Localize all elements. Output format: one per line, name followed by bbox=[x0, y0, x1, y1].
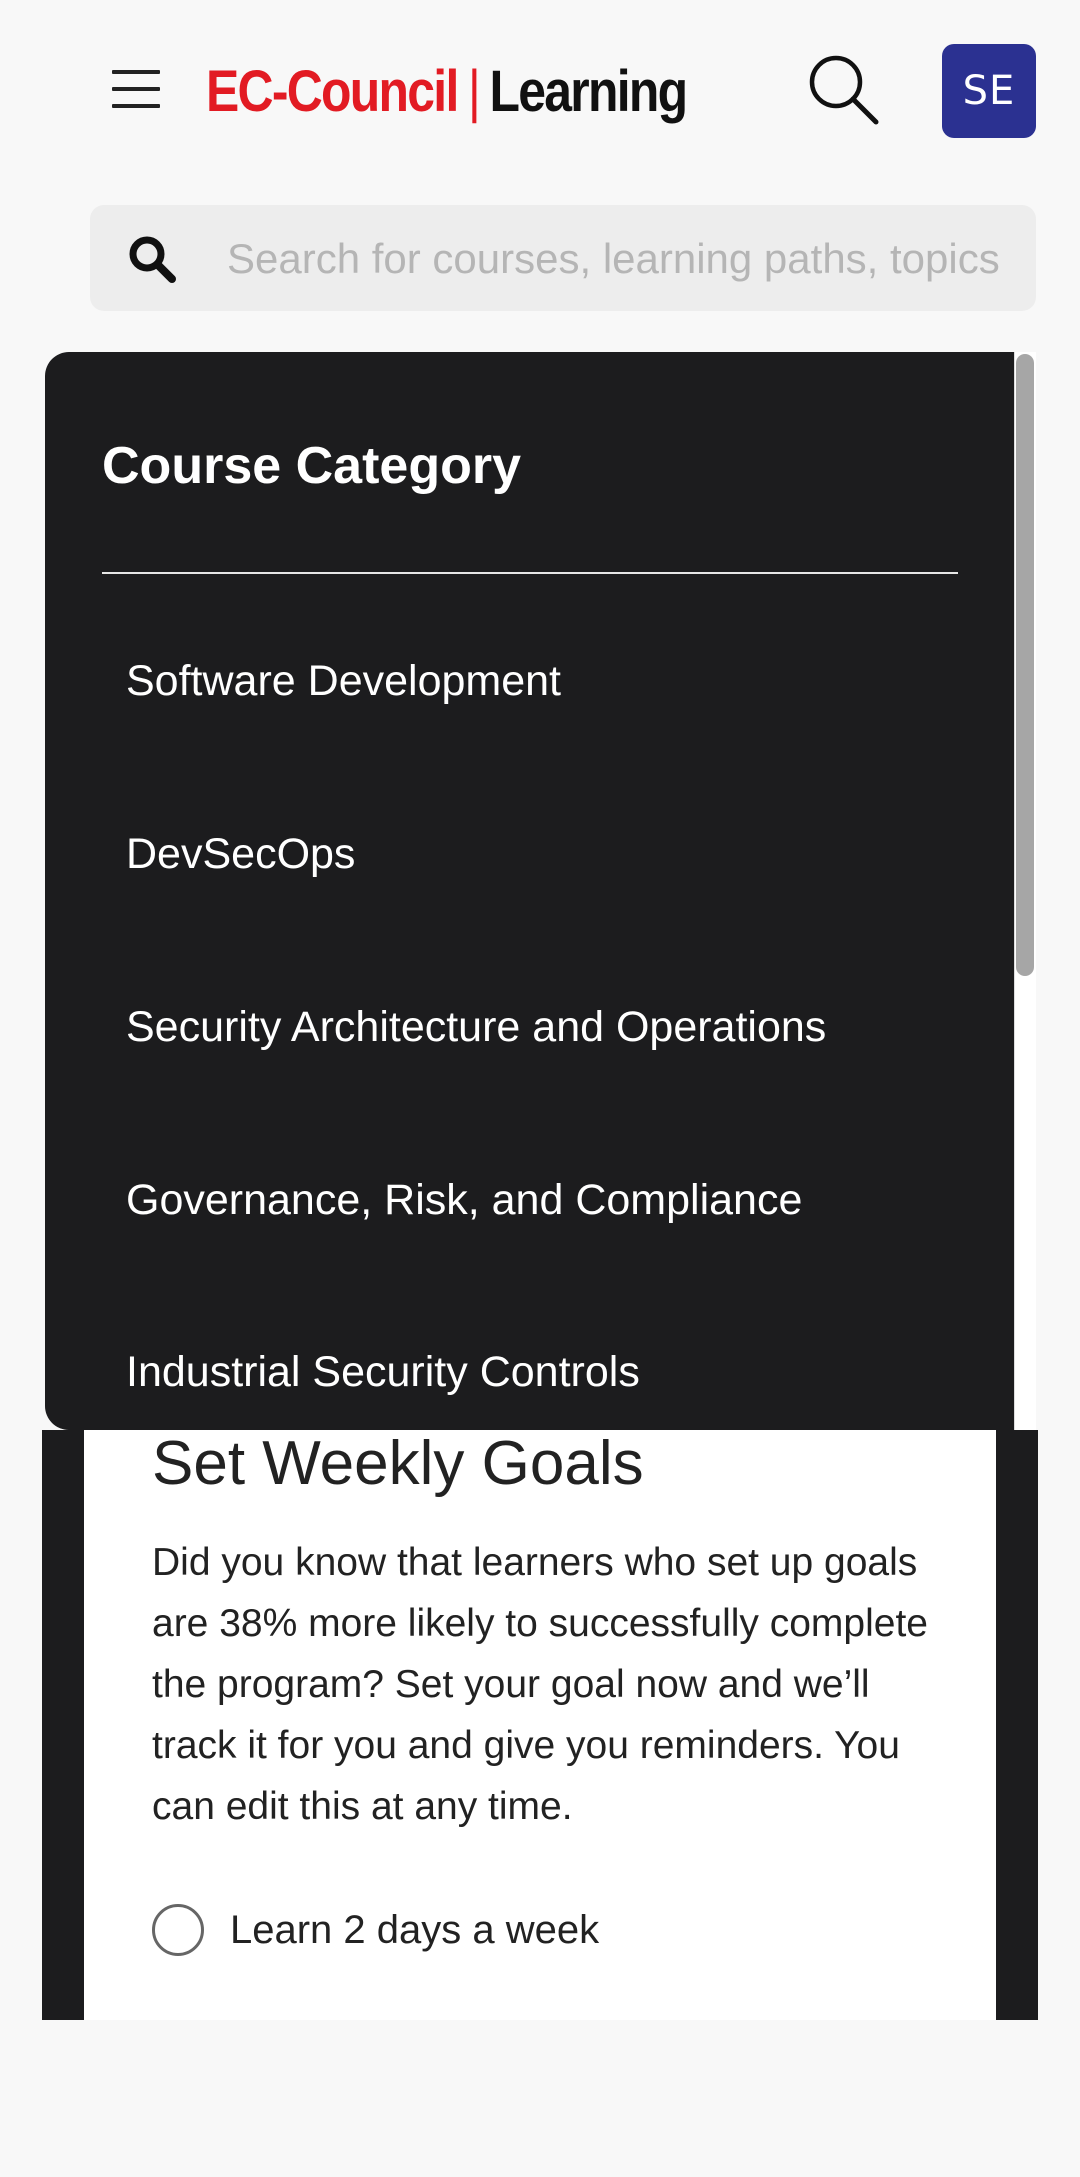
category-item-governance-risk-compliance[interactable]: Governance, Risk, and Compliance bbox=[126, 1176, 802, 1225]
search-bar bbox=[90, 205, 1061, 311]
search-icon[interactable] bbox=[806, 52, 882, 128]
hamburger-icon-line bbox=[112, 87, 160, 91]
category-item-industrial-security-controls[interactable]: Industrial Security Controls bbox=[126, 1348, 640, 1397]
logo-product-text: Learning bbox=[489, 58, 688, 124]
hamburger-icon-line bbox=[112, 70, 160, 74]
hamburger-icon-line bbox=[112, 104, 160, 108]
radio-button[interactable] bbox=[152, 1904, 204, 1956]
user-avatar[interactable]: SE bbox=[942, 44, 1036, 138]
search-input[interactable] bbox=[225, 225, 1061, 293]
course-category-dropdown: Course Category Software Development Dev… bbox=[45, 352, 1036, 1430]
app-header: EC-Council | Learning SE bbox=[0, 0, 1080, 180]
divider bbox=[102, 572, 958, 574]
search-icon bbox=[126, 233, 178, 285]
dropdown-scrollbar-thumb[interactable] bbox=[1016, 354, 1034, 976]
category-item-devsecops[interactable]: DevSecOps bbox=[126, 830, 355, 879]
goal-option-label: Learn 2 days a week bbox=[230, 1907, 600, 1952]
hamburger-menu-button[interactable] bbox=[100, 58, 172, 120]
logo-separator: | bbox=[467, 58, 481, 124]
goals-title: Set Weekly Goals bbox=[152, 1429, 644, 1498]
dropdown-title: Course Category bbox=[102, 437, 521, 495]
goals-description: Did you know that learners who set up go… bbox=[152, 1541, 928, 1828]
brand-logo[interactable]: EC-Council | Learning bbox=[206, 56, 688, 126]
category-item-software-development[interactable]: Software Development bbox=[126, 657, 561, 706]
page: EC-Council | Learning SE Set Weekly Goal… bbox=[0, 0, 1080, 2177]
goal-option-radio[interactable]: Learn 2 days a week bbox=[152, 1902, 599, 1958]
category-item-security-architecture[interactable]: Security Architecture and Operations bbox=[126, 1003, 826, 1052]
logo-brand-text: EC-Council bbox=[206, 58, 459, 124]
